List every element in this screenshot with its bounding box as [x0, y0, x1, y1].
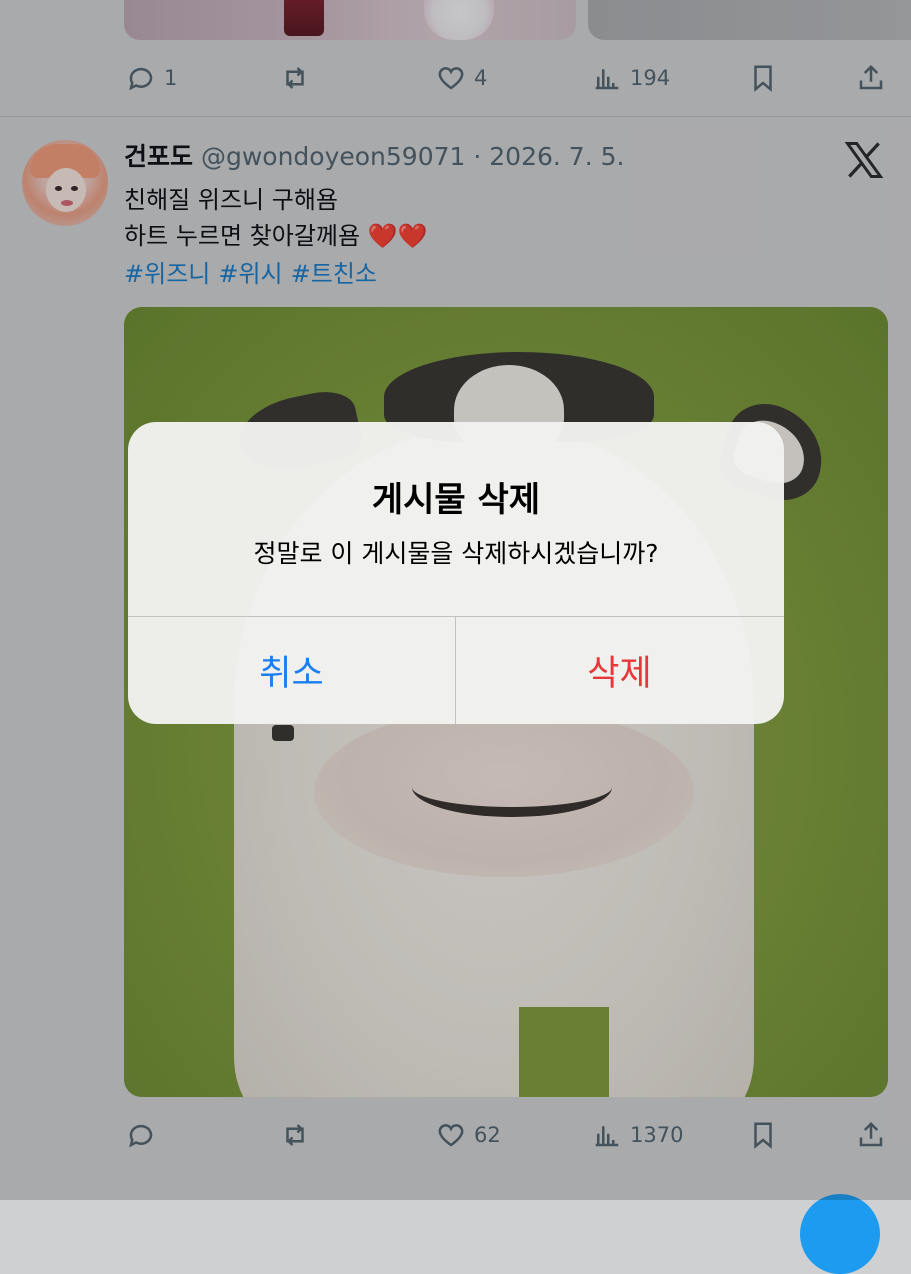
compose-button[interactable]	[800, 1194, 880, 1274]
cancel-button[interactable]: 취소	[128, 617, 455, 724]
delete-confirm-dialog: 게시물 삭제 정말로 이 게시물을 삭제하시겠습니까? 취소 삭제	[128, 422, 784, 724]
delete-button[interactable]: 삭제	[456, 617, 783, 724]
dialog-title: 게시물 삭제	[371, 480, 541, 520]
dialog-message: 정말로 이 게시물을 삭제하시겠습니까?	[253, 539, 659, 568]
